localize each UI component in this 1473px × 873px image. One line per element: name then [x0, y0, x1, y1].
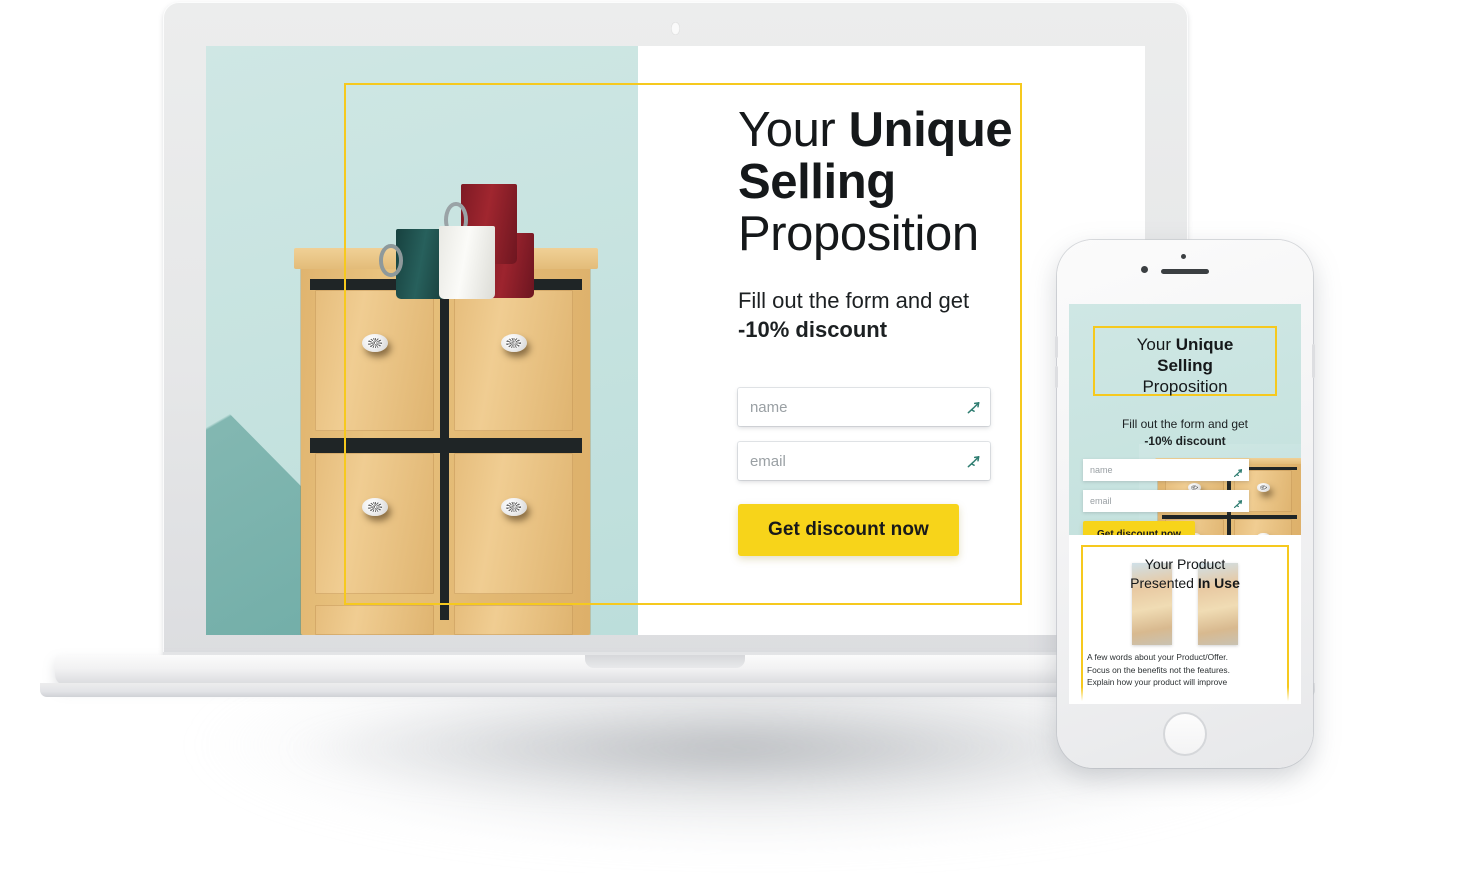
hero-photo	[206, 46, 638, 635]
get-discount-button[interactable]: Get discount now	[737, 504, 959, 556]
name-field-wrapper[interactable]	[737, 388, 990, 426]
desktop-landing-page: Your Unique Selling Proposition Fill out t…	[206, 46, 1145, 635]
mobile-section-fade	[1069, 687, 1301, 704]
mobile-product-section: Your Product Presented In Use A few words…	[1069, 535, 1301, 704]
cabinet-drawer	[315, 605, 435, 635]
headline-word-your: Your	[737, 103, 849, 157]
mobile-section-body: A few words about your Product/Offer. Foc…	[1087, 651, 1283, 689]
laptop-base-notch	[585, 655, 745, 668]
subheadline-discount: -10% discount	[737, 317, 888, 342]
cabinet-drawer	[454, 605, 574, 635]
speaker-icon	[1161, 269, 1209, 274]
subheadline: Fill out the form and get -10% discount	[738, 286, 1145, 344]
email-input[interactable]	[737, 442, 990, 480]
mobile-email-input[interactable]	[1083, 490, 1249, 512]
runner-icon	[966, 400, 981, 415]
mobile-body-line-3: Explain how your product will improve	[1087, 677, 1228, 688]
email-field-wrapper[interactable]	[737, 442, 990, 480]
photo-cabinet	[293, 248, 598, 635]
name-input[interactable]	[737, 388, 990, 426]
mobile-headline-word-selling: Selling	[1157, 356, 1213, 375]
cabinet-drawer	[454, 453, 574, 595]
cabinet-knob	[1256, 483, 1270, 493]
home-button-icon[interactable]	[1163, 712, 1207, 756]
runner-icon	[966, 454, 981, 469]
cabinet-knob	[361, 497, 388, 516]
mug-handle	[379, 244, 403, 277]
power-button[interactable]	[1312, 344, 1315, 378]
mobile-section-title: Your Product Presented In Use	[1069, 555, 1301, 593]
camera-icon	[671, 22, 680, 35]
mobile-name-input[interactable]	[1083, 459, 1249, 481]
mobile-section-title-line2: Presented	[1130, 575, 1198, 591]
device-mockup-scene: Your Unique Selling Proposition Fill out t…	[0, 0, 1473, 873]
laptop-device: Your Unique Selling Proposition Fill out t…	[0, 0, 1315, 760]
mobile-section-title-line1: Your Product	[1144, 556, 1226, 572]
mobile-section-title-bold: In Use	[1197, 575, 1240, 591]
runner-icon	[1233, 496, 1243, 509]
cabinet-gap	[439, 278, 449, 621]
mobile-headline-word-proposition: Proposition	[1142, 377, 1228, 396]
page-title: Your Unique Selling Proposition	[738, 104, 1058, 260]
mobile-email-field-wrapper[interactable]	[1083, 490, 1249, 512]
hero-content: Your Unique Selling Proposition Fill out t…	[638, 46, 1145, 556]
cabinet-knob	[500, 497, 527, 516]
cabinet-drawer	[454, 289, 574, 431]
hero-content-panel: Your Unique Selling Proposition Fill out t…	[637, 46, 1145, 635]
headline-word-selling: Selling	[737, 155, 896, 209]
laptop-lid: Your Unique Selling Proposition Fill out t…	[163, 2, 1188, 659]
cabinet-drawer	[315, 453, 435, 595]
sensor-icon	[1181, 254, 1186, 259]
mobile-body-line-1: A few words about your Product/Offer.	[1087, 652, 1228, 662]
mobile-signup-form[interactable]: Get discount now	[1083, 459, 1249, 535]
laptop-screen: Your Unique Selling Proposition Fill out t…	[206, 46, 1145, 635]
mobile-subheadline-discount: -10% discount	[1144, 434, 1226, 448]
runner-icon	[1233, 465, 1243, 478]
mobile-headline-word-unique: Unique	[1175, 335, 1234, 354]
mobile-get-discount-button[interactable]: Get discount now	[1083, 521, 1195, 535]
mobile-body-line-2: Focus on the benefits not the features.	[1087, 664, 1230, 675]
mobile-name-field-wrapper[interactable]	[1083, 459, 1249, 481]
signup-form[interactable]: Get discount now	[737, 388, 990, 556]
headline-word-proposition: Proposition	[737, 207, 979, 261]
cabinet-drawer	[315, 289, 435, 431]
headline-word-unique: Unique	[848, 103, 1013, 157]
mug-white	[439, 225, 496, 300]
subheadline-line-1: Fill out the form and get	[737, 288, 970, 313]
